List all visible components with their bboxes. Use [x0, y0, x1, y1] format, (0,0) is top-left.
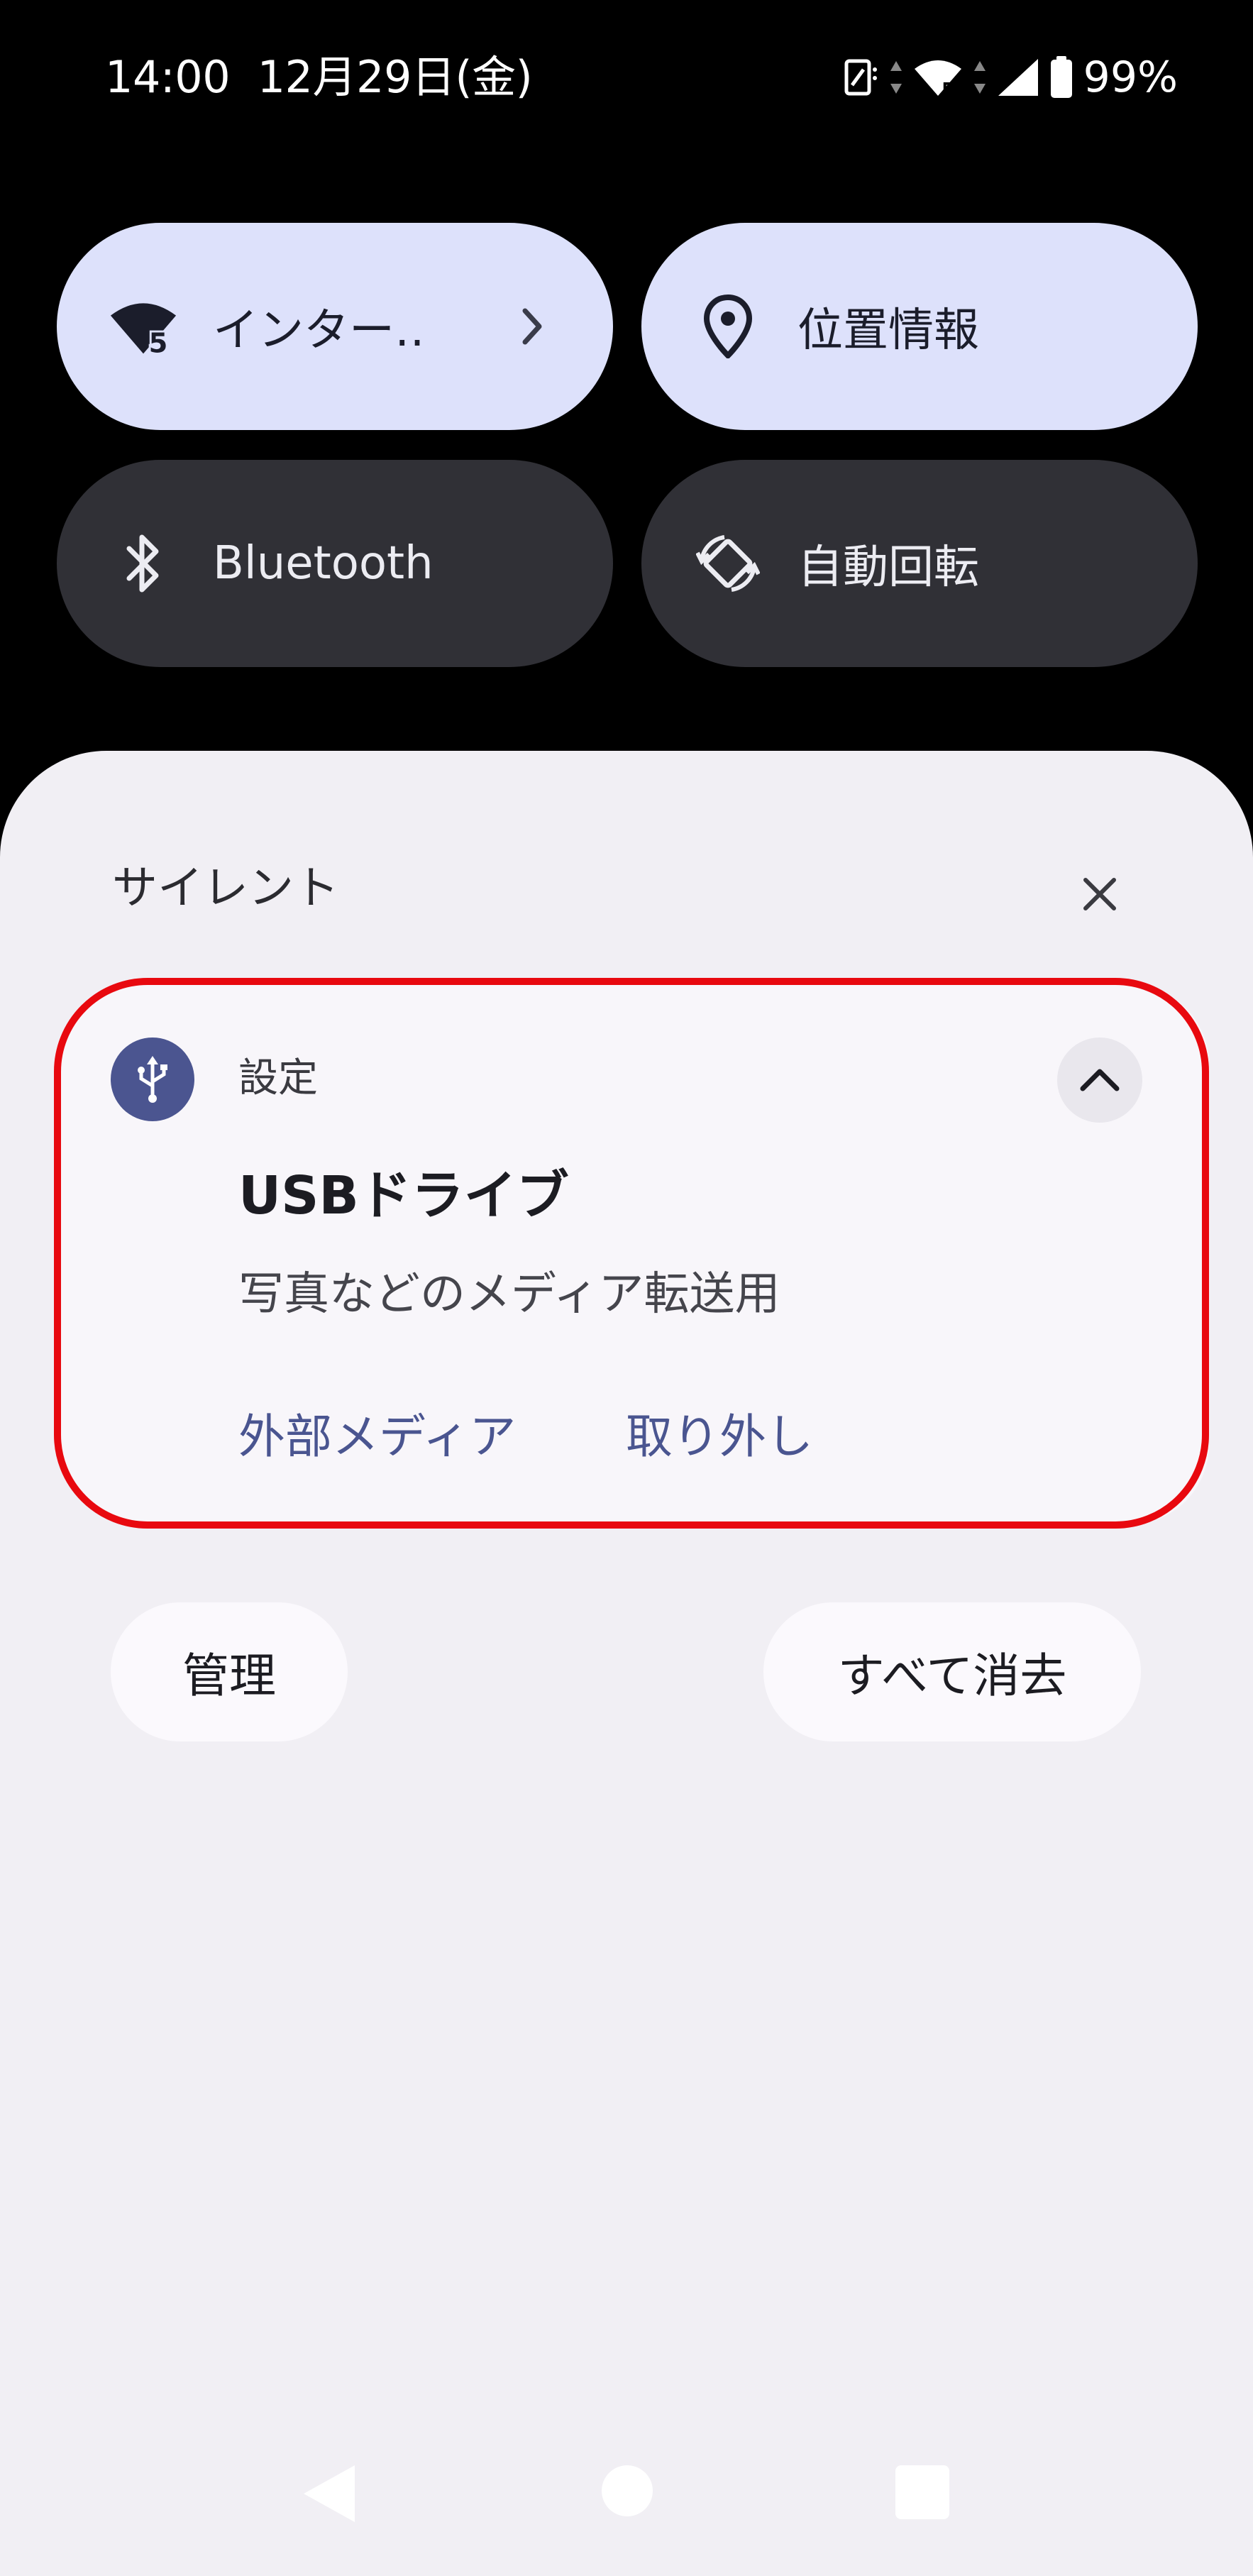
bluetooth-icon [109, 529, 177, 598]
tile-internet[interactable]: 5 インター‥ [57, 223, 613, 430]
clear-all-button[interactable]: すべて消去 [763, 1602, 1141, 1741]
wifi-6-icon: 5 [913, 57, 963, 97]
back-icon[interactable] [301, 2462, 358, 2525]
nfc-icon [844, 57, 879, 98]
status-date: 12月29日(金) [257, 51, 533, 103]
notification-app-name: 設定 [238, 1055, 318, 1101]
battery-percent: 99% [1083, 53, 1178, 102]
manage-button[interactable]: 管理 [111, 1602, 348, 1741]
chevron-right-icon [511, 305, 553, 348]
recents-icon[interactable] [895, 2465, 949, 2519]
chevron-up-icon[interactable] [1057, 1037, 1142, 1123]
home-icon[interactable] [602, 2465, 653, 2516]
data-arrows-icon [973, 60, 987, 95]
wifi-5-icon: 5 [109, 292, 177, 360]
tile-bluetooth-label: Bluetooth [213, 537, 434, 590]
location-pin-icon [694, 292, 762, 360]
battery-icon [1049, 56, 1073, 99]
tile-bluetooth[interactable]: Bluetooth [57, 460, 613, 667]
tile-location-label: 位置情報 [797, 304, 979, 357]
tile-internet-label: インター‥ [213, 304, 425, 357]
tile-auto-rotate-label: 自動回転 [797, 541, 979, 594]
cellular-signal-icon [997, 57, 1039, 97]
action-external-media[interactable]: 外部メディア [238, 1414, 516, 1460]
svg-text:5: 5 [942, 79, 954, 97]
status-time-date: 14:00 12月29日(金) [105, 55, 533, 99]
data-arrows-icon [889, 60, 903, 95]
auto-rotate-icon [694, 529, 762, 598]
notification-title: USBドライブ [238, 1165, 569, 1226]
tile-location[interactable]: 位置情報 [641, 223, 1198, 430]
section-title-silent: サイレント [112, 862, 339, 915]
action-eject[interactable]: 取り外し [626, 1414, 813, 1460]
status-time: 14:00 [105, 51, 231, 103]
svg-text:5: 5 [149, 327, 168, 356]
status-icons: 5 99% [844, 55, 1178, 99]
close-icon[interactable] [1071, 866, 1128, 923]
notification-text: 写真などのメディア転送用 [238, 1268, 780, 1321]
tile-auto-rotate[interactable]: 自動回転 [641, 460, 1198, 667]
usb-icon [111, 1037, 194, 1121]
